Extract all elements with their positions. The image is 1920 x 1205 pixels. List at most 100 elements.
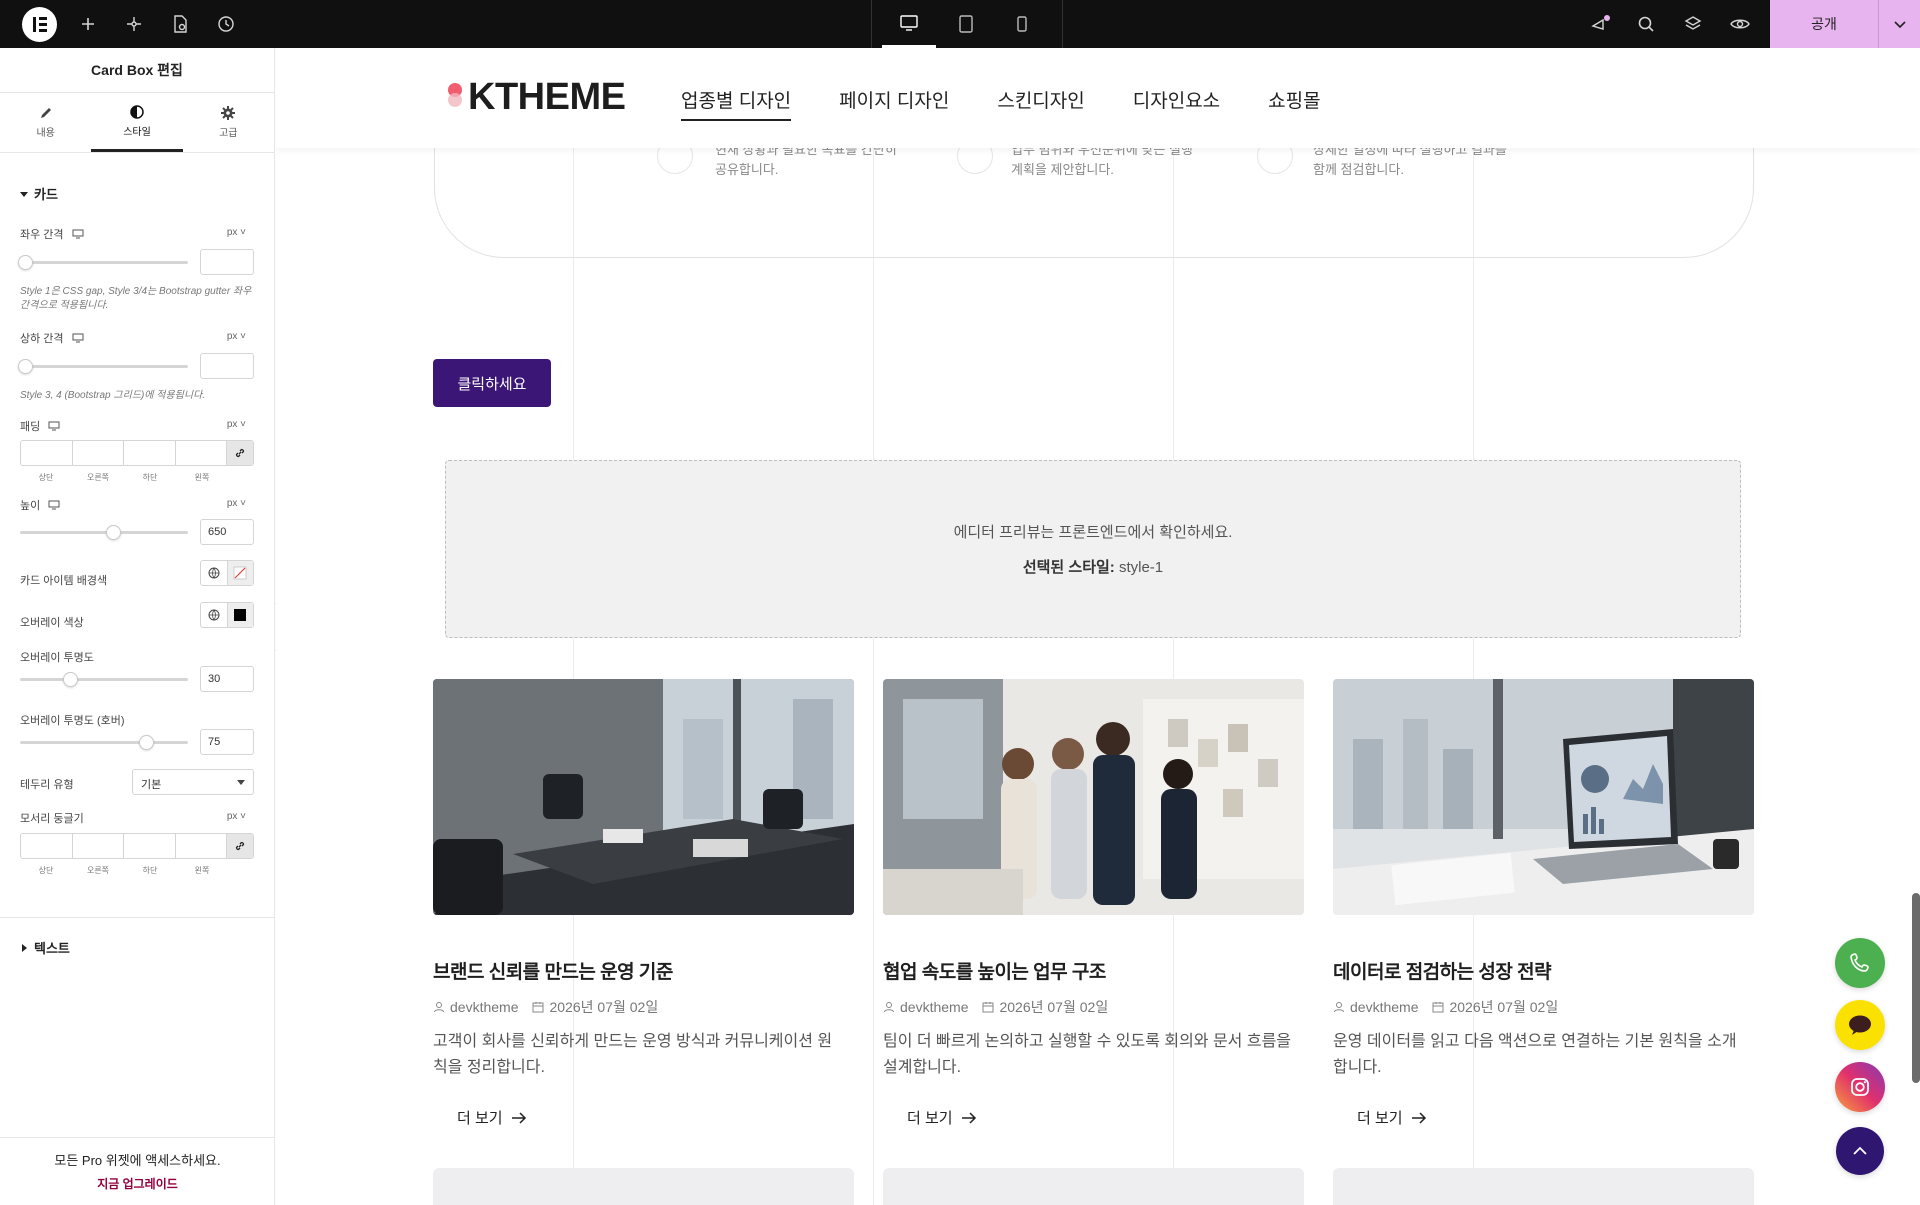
padding-bottom-input[interactable]: [124, 441, 176, 465]
gap-x-unit[interactable]: px ˅: [227, 227, 246, 238]
section-card-toggle[interactable]: 카드: [20, 184, 58, 203]
card-date-text: 2026년 07월 02일: [1449, 999, 1559, 1015]
tablet-icon[interactable]: [939, 0, 993, 48]
upgrade-link[interactable]: 지금 업그레이드: [0, 1175, 275, 1192]
padding-sides-labels: 상단 오른쪽 하단 왼쪽: [20, 472, 228, 483]
mobile-icon[interactable]: [995, 0, 1049, 48]
gap-y-slider[interactable]: [18, 359, 188, 374]
preview-eye-icon[interactable]: [1728, 12, 1752, 36]
gap-x-input[interactable]: [200, 249, 254, 275]
selected-style-value: style-1: [1118, 559, 1164, 576]
radius-unit-text: px: [226, 811, 238, 822]
card-image-laptop-analytics[interactable]: [1333, 679, 1754, 915]
global-colors-icon[interactable]: [201, 561, 228, 585]
site-logo[interactable]: KTHEME: [448, 76, 626, 119]
card-date: 2026년 07월 02일: [1432, 997, 1558, 1017]
tab-advanced[interactable]: 고급: [183, 93, 274, 152]
border-type-select[interactable]: 기본: [132, 769, 254, 795]
slider-knob[interactable]: [63, 672, 78, 687]
structure-layers-icon[interactable]: [1681, 12, 1705, 36]
card-image-meeting-room[interactable]: [433, 679, 854, 915]
global-colors-icon[interactable]: [201, 603, 228, 627]
card-title[interactable]: 브랜드 신뢰를 만드는 운영 기준: [433, 957, 854, 984]
padding-right-input[interactable]: [73, 441, 124, 465]
publish-button[interactable]: 공개: [1770, 0, 1878, 48]
chat-bubble-icon[interactable]: [1835, 1000, 1885, 1050]
canvas-scrollbar[interactable]: [1912, 893, 1920, 1083]
card-title[interactable]: 데이터로 점검하는 성장 전략: [1333, 957, 1754, 984]
radius-right-input[interactable]: [73, 834, 124, 858]
link-values-icon[interactable]: [227, 834, 253, 858]
height-slider[interactable]: [20, 525, 188, 540]
editor-topbar: 공개: [0, 0, 1920, 48]
overlay-opacity-input[interactable]: 30: [200, 666, 254, 692]
padding-top-input[interactable]: [21, 441, 73, 465]
whats-new-icon[interactable]: [1588, 12, 1612, 36]
height-input[interactable]: 650: [200, 519, 254, 545]
desktop-responsive-icon[interactable]: [72, 333, 84, 343]
card-description: 팀이 더 빠르게 논의하고 실행할 수 있도록 회의와 문서 흐름을 설계합니다…: [883, 1033, 1292, 1076]
slider-knob[interactable]: [139, 735, 154, 750]
gap-y-input[interactable]: [200, 353, 254, 379]
nav-item-industry[interactable]: 업종별 디자인: [681, 86, 792, 121]
slider-knob[interactable]: [18, 359, 33, 374]
gap-y-unit[interactable]: px ˅: [227, 331, 246, 342]
elementor-logo-icon[interactable]: [22, 7, 57, 42]
border-type-label: 테두리 유형: [20, 776, 74, 792]
overlay-color-label-text: 오버레이 색상: [20, 617, 84, 629]
padding-left-input[interactable]: [176, 441, 227, 465]
nav-item-skin-design[interactable]: 스킨디자인: [997, 86, 1084, 121]
panel-title: Card Box 편집: [0, 48, 274, 93]
phone-icon[interactable]: [1835, 938, 1885, 988]
panel-tabs: 내용 스타일 고급: [0, 93, 274, 153]
overlay-hover-input[interactable]: 75: [200, 729, 254, 755]
click-here-button[interactable]: 클릭하세요: [433, 359, 551, 407]
page-settings-icon[interactable]: [168, 12, 192, 36]
color-swatch-black[interactable]: [227, 603, 253, 627]
arrow-up-icon[interactable]: [1836, 1127, 1884, 1175]
nav-item-page-design[interactable]: 페이지 디자인: [839, 86, 949, 121]
read-more-label: 더 보기: [457, 1110, 503, 1127]
tab-style[interactable]: 스타일: [91, 93, 183, 152]
overlay-opacity-slider[interactable]: [20, 672, 188, 687]
read-more-link[interactable]: 더 보기: [457, 1107, 854, 1128]
card-image-team-collaboration[interactable]: [883, 679, 1304, 915]
tab-content[interactable]: 내용: [0, 93, 91, 152]
chevron-down-icon[interactable]: [1878, 0, 1920, 48]
nav-item-shop[interactable]: 쇼핑몰: [1268, 86, 1320, 121]
read-more-link[interactable]: 더 보기: [1357, 1107, 1754, 1128]
desktop-responsive-icon[interactable]: [48, 421, 60, 431]
card-item: 데이터로 점검하는 성장 전략 devktheme 2026년 07월 02일 …: [1333, 679, 1754, 1128]
desktop-responsive-icon[interactable]: [48, 500, 60, 510]
radius-left-input[interactable]: [176, 834, 227, 858]
card-title[interactable]: 협업 속도를 높이는 업무 구조: [883, 957, 1304, 984]
history-icon[interactable]: [214, 12, 238, 36]
instagram-icon[interactable]: [1835, 1062, 1885, 1112]
gap-x-slider[interactable]: [18, 255, 188, 270]
desktop-icon[interactable]: [882, 0, 936, 48]
next-card-placeholder: [883, 1168, 1304, 1205]
link-values-icon[interactable]: [227, 441, 253, 465]
section-text-toggle[interactable]: 텍스트: [20, 938, 70, 957]
radius-top-input[interactable]: [21, 834, 73, 858]
card-author: devktheme: [883, 999, 968, 1015]
overlay-hover-slider[interactable]: [20, 735, 188, 750]
side-label-top: 상단: [38, 473, 54, 482]
slider-knob[interactable]: [106, 525, 121, 540]
height-unit[interactable]: px ˅: [227, 498, 246, 509]
padding-unit[interactable]: px ˅: [227, 419, 246, 430]
side-label-right: 오른쪽: [86, 473, 110, 482]
radius-unit[interactable]: px ˅: [227, 811, 246, 822]
search-icon[interactable]: [1634, 12, 1658, 36]
site-header: KTHEME 업종별 디자인 페이지 디자인 스킨디자인 디자인요소 쇼핑몰: [276, 48, 1920, 148]
desktop-responsive-icon[interactable]: [72, 229, 84, 239]
nav-item-design-elements[interactable]: 디자인요소: [1133, 86, 1220, 121]
card-date-text: 2026년 07월 02일: [549, 999, 659, 1015]
card-meta: devktheme 2026년 07월 02일: [883, 997, 1304, 1017]
read-more-link[interactable]: 더 보기: [907, 1107, 1304, 1128]
color-swatch-empty[interactable]: [227, 561, 253, 585]
slider-knob[interactable]: [18, 255, 33, 270]
ai-sparkle-icon[interactable]: [122, 12, 146, 36]
radius-bottom-input[interactable]: [124, 834, 176, 858]
add-icon[interactable]: [76, 12, 100, 36]
